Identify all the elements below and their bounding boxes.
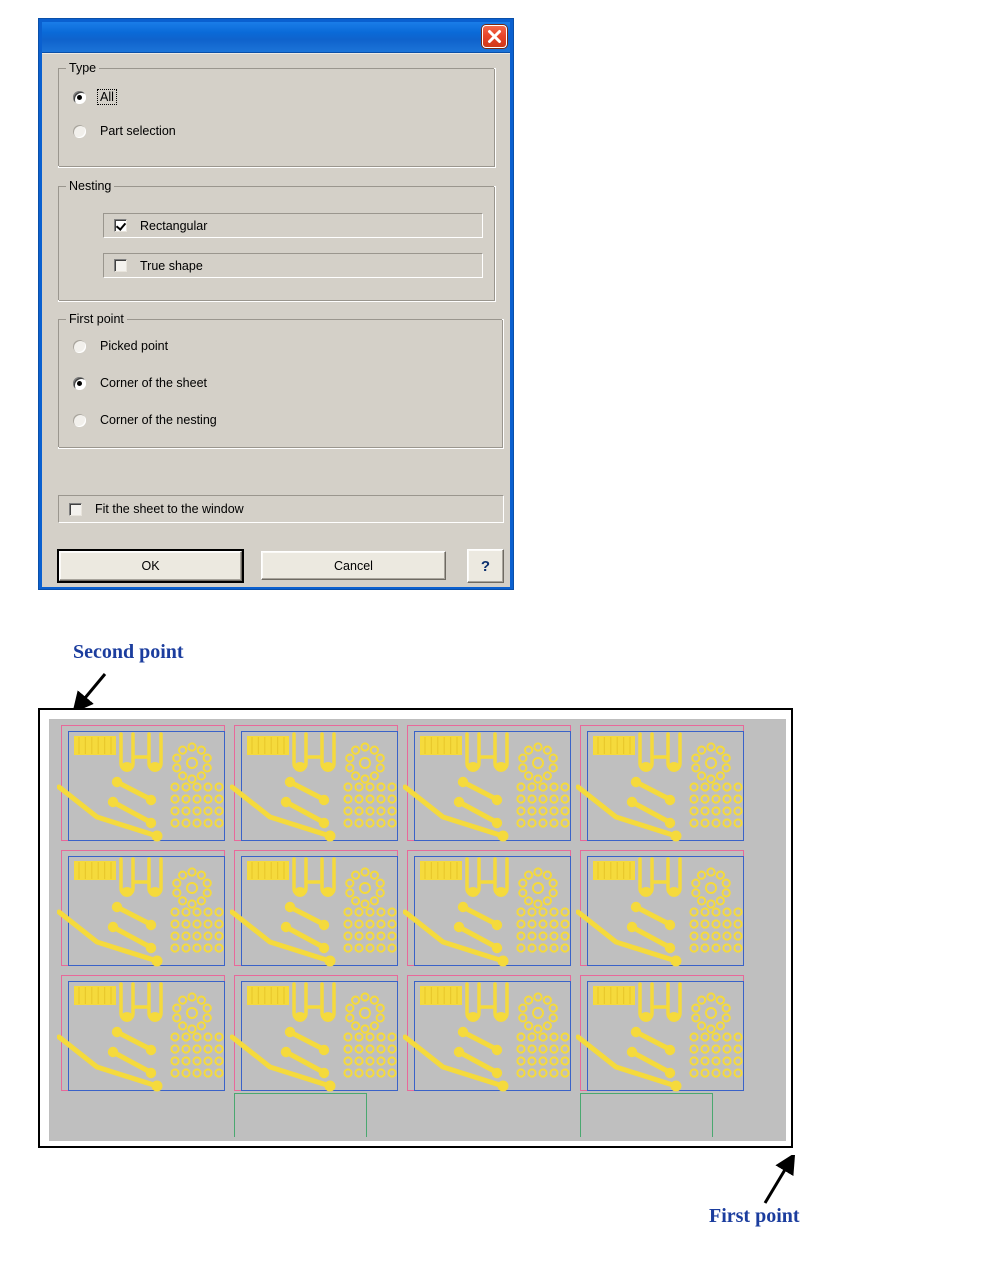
radio-corner-of-the-nesting-label: Corner of the nesting [100, 413, 217, 427]
dialog-body: Type All Part selection Nesting Rectangu… [42, 53, 510, 587]
checkbox-true-shape-label: True shape [140, 258, 203, 273]
radio-picked-point-indicator[interactable] [73, 339, 86, 353]
sheet-material-area [49, 719, 786, 1141]
radio-part-selection-indicator[interactable] [73, 124, 86, 138]
annotation-second-point: Second point [73, 641, 184, 663]
help-button[interactable]: ? [467, 549, 504, 583]
part-geometry [230, 857, 397, 967]
part-geometry [403, 857, 570, 967]
checkbox-fit-sheet-indicator[interactable] [69, 502, 82, 516]
radio-picked-point[interactable]: Picked point [73, 339, 168, 353]
radio-type-all[interactable]: All [73, 89, 117, 105]
type-groupbox: Type All Part selection [58, 61, 496, 168]
radio-part-selection-label: Part selection [100, 124, 176, 138]
nesting-sheet[interactable] [38, 708, 793, 1148]
close-icon[interactable] [482, 25, 507, 48]
part-geometry [576, 857, 743, 967]
radio-corner-of-the-sheet[interactable]: Corner of the sheet [73, 376, 207, 390]
type-group-legend: Type [66, 61, 100, 75]
checkbox-row-true-shape[interactable]: True shape [103, 253, 483, 278]
cancel-button[interactable]: Cancel [261, 551, 446, 580]
checkbox-rectangular-label: Rectangular [140, 218, 208, 233]
part-geometry [576, 732, 743, 842]
checkbox-row-fit-sheet[interactable]: Fit the sheet to the window [58, 495, 504, 523]
radio-all-label: All [97, 89, 117, 105]
dialog-titlebar[interactable] [42, 22, 510, 53]
nesting-figure: Second point First point [0, 600, 991, 1274]
radio-picked-point-label: Picked point [100, 339, 169, 353]
part-geometry [576, 982, 743, 1092]
part-geometry [57, 732, 224, 842]
part-geometry [57, 857, 224, 967]
checkbox-rectangular-indicator[interactable] [114, 219, 127, 232]
radio-corner-of-the-sheet-indicator[interactable] [73, 376, 86, 390]
part-geometry [57, 982, 224, 1092]
first-point-group-legend: First point [66, 312, 127, 326]
remnant-rect [234, 1093, 367, 1137]
ok-button[interactable]: OK [57, 549, 244, 583]
radio-corner-of-the-sheet-label: Corner of the sheet [100, 376, 208, 390]
first-point-arrow-icon [763, 1155, 796, 1204]
nesting-dialog: Type All Part selection Nesting Rectangu… [38, 18, 514, 590]
part-geometry [230, 982, 397, 1092]
checkbox-fit-sheet-label: Fit the sheet to the window [95, 502, 244, 516]
checkbox-row-rectangular[interactable]: Rectangular [103, 213, 483, 238]
remnant-rect [580, 1093, 713, 1137]
nesting-groupbox: Nesting Rectangular True shape [58, 179, 496, 302]
part-geometry [403, 982, 570, 1092]
nesting-group-legend: Nesting [66, 179, 115, 193]
checkbox-true-shape-indicator[interactable] [114, 259, 127, 272]
radio-corner-of-the-nesting-indicator[interactable] [73, 413, 86, 427]
radio-all-indicator[interactable] [73, 90, 86, 104]
first-point-groupbox: First point Picked point Corner of the s… [58, 312, 504, 449]
part-geometry [230, 732, 397, 842]
part-geometry [403, 732, 570, 842]
radio-type-part-selection[interactable]: Part selection [73, 124, 176, 138]
radio-corner-of-the-nesting[interactable]: Corner of the nesting [73, 413, 217, 427]
